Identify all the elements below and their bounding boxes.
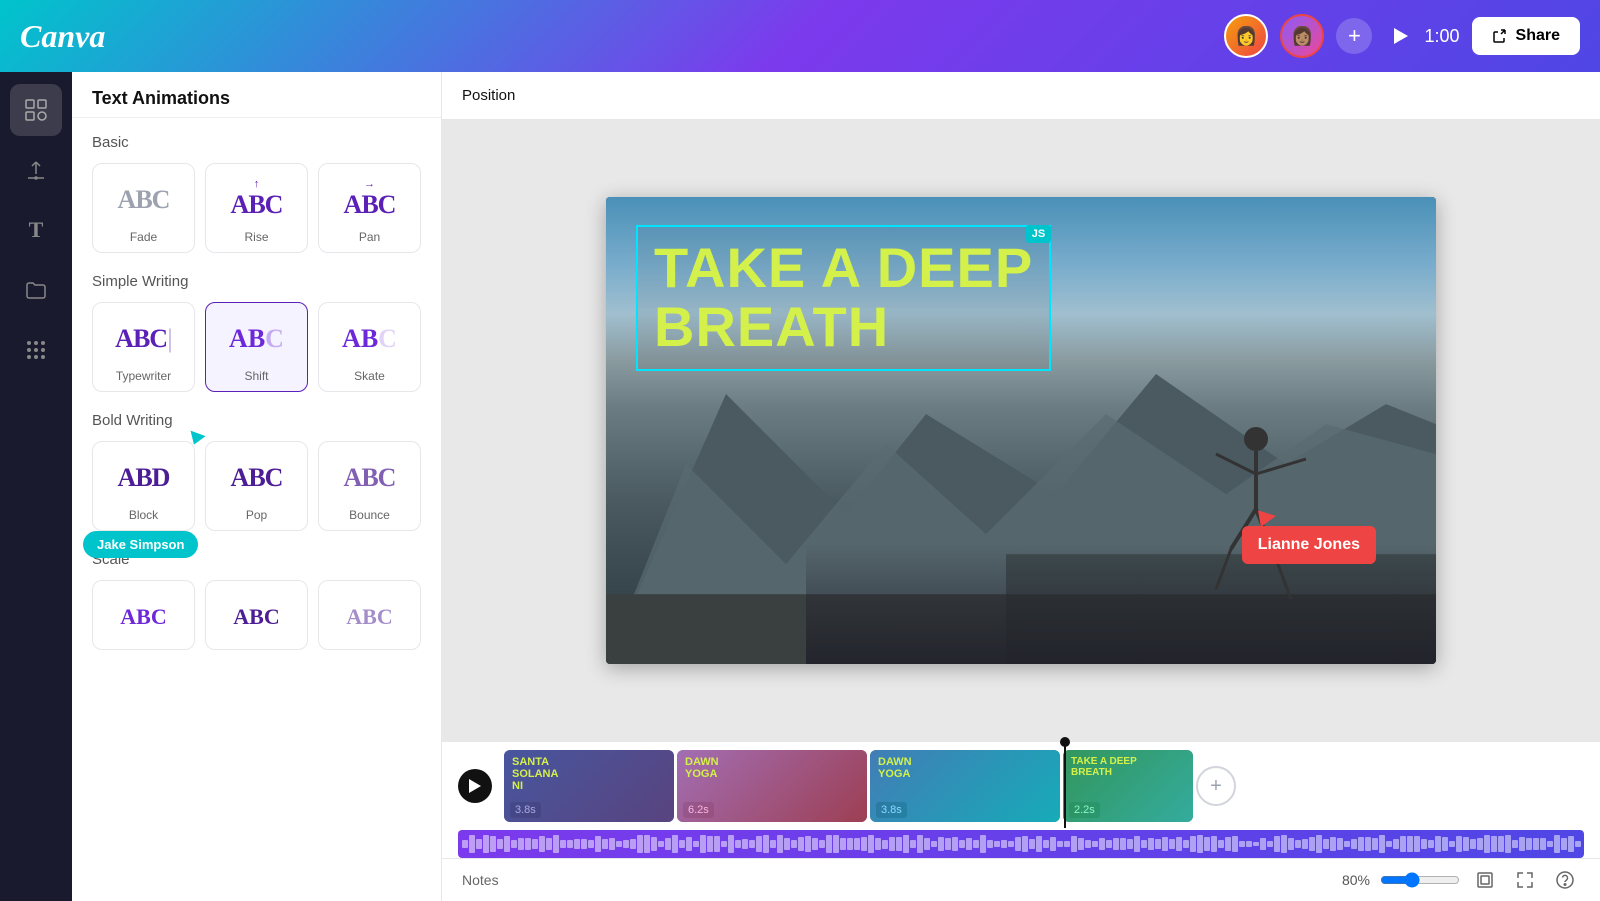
person-silhouette xyxy=(1196,419,1316,624)
bottom-bar: Notes 80% xyxy=(442,858,1600,901)
animation-scale3[interactable]: ABC xyxy=(318,580,421,650)
canvas-topbar: Position xyxy=(442,72,1600,120)
header-right: 👩 👩🏽 + 1:00 Share xyxy=(1224,14,1580,58)
main-layout: T Text Animations Basic xyxy=(0,72,1600,901)
panel-content: Basic ABC Fade ↑ ABC Rise xyxy=(72,118,441,686)
animation-pop[interactable]: ABC Pop xyxy=(205,441,308,531)
timeline-clip-4[interactable]: TAKE A DEEPBREATH 2.2s xyxy=(1063,750,1193,822)
avatar-user1[interactable]: 👩 xyxy=(1224,14,1268,58)
js-badge: JS xyxy=(1026,225,1051,243)
add-clip-button[interactable]: + xyxy=(1196,766,1236,806)
animation-block[interactable]: ABD Block Jake Simpson xyxy=(92,441,195,531)
lianne-tooltip: Lianne Jones xyxy=(1242,526,1376,564)
section-bold-writing-label: Bold Writing xyxy=(92,412,421,429)
text-animations-panel: Text Animations Basic ABC Fade ↑ ABC Ris… xyxy=(72,72,442,901)
play-timer: 1:00 xyxy=(1384,20,1459,52)
panel-title: Text Animations xyxy=(72,72,441,118)
section-basic-label: Basic xyxy=(92,134,421,151)
clips-container: SANTASOLANANI 3.8s DAWNYOGA 6.2s DAWNYOG… xyxy=(504,750,1584,822)
timeline-clip-2[interactable]: DAWNYOGA 6.2s xyxy=(677,750,867,822)
bold-writing-grid: ABD Block Jake Simpson ABC Pop ABC xyxy=(92,441,421,531)
timeline-controls: SANTASOLANANI 3.8s DAWNYOGA 6.2s DAWNYOG… xyxy=(442,742,1600,830)
timeline-clip-1[interactable]: SANTASOLANANI 3.8s xyxy=(504,750,674,822)
header: Canva 👩 👩🏽 + 1:00 Share xyxy=(0,0,1600,72)
icon-sidebar: T xyxy=(0,72,72,901)
timeline-clip-3[interactable]: DAWNYOGA 3.8s xyxy=(870,750,1060,822)
text-overlay-box[interactable]: TAKE A DEEP BREATH JS xyxy=(636,225,1051,371)
animation-pan[interactable]: → ABC Pan xyxy=(318,163,421,253)
section-simple-writing-label: Simple Writing xyxy=(92,273,421,290)
basic-animations-grid: ABC Fade ↑ ABC Rise → ABC Pan xyxy=(92,163,421,253)
timeline-play-button[interactable] xyxy=(458,769,492,803)
sidebar-icon-apps[interactable] xyxy=(10,324,62,376)
animation-typewriter[interactable]: ABC| Typewriter xyxy=(92,302,195,392)
logo: Canva xyxy=(20,18,105,55)
zoom-controls: 80% xyxy=(1342,865,1580,895)
timeline: SANTASOLANANI 3.8s DAWNYOGA 6.2s DAWNYOG… xyxy=(442,741,1600,901)
simple-writing-grid: ABC| Typewriter ABC Shift ABC Skate xyxy=(92,302,421,392)
canvas-frame: TAKE A DEEP BREATH JS xyxy=(606,197,1436,664)
zoom-slider[interactable] xyxy=(1380,872,1460,888)
playhead xyxy=(1064,742,1066,828)
add-collaborator-button[interactable]: + xyxy=(1336,18,1372,54)
notes-label: Notes xyxy=(462,872,499,888)
canvas-wrapper: TAKE A DEEP BREATH JS xyxy=(442,120,1600,741)
animation-scale2[interactable]: ABC xyxy=(205,580,308,650)
help-button[interactable] xyxy=(1550,865,1580,895)
animation-rise[interactable]: ↑ ABC Rise xyxy=(205,163,308,253)
timer-display: 1:00 xyxy=(1424,26,1459,47)
jake-tooltip: Jake Simpson xyxy=(83,531,198,558)
canvas-title: TAKE A DEEP BREATH xyxy=(654,239,1033,357)
share-button[interactable]: Share xyxy=(1472,17,1580,55)
zoom-label: 80% xyxy=(1342,872,1370,888)
position-label: Position xyxy=(462,87,515,104)
sidebar-icon-elements[interactable] xyxy=(10,84,62,136)
avatar-user2[interactable]: 👩🏽 xyxy=(1280,14,1324,58)
play-header-button[interactable] xyxy=(1384,20,1416,52)
animation-shift[interactable]: ABC Shift xyxy=(205,302,308,392)
animation-bounce[interactable]: ABC Bounce xyxy=(318,441,421,531)
canvas-area: Position xyxy=(442,72,1600,901)
sidebar-icon-folder[interactable] xyxy=(10,264,62,316)
fullscreen-button[interactable] xyxy=(1510,865,1540,895)
audio-waveform: // Generate waveform bars inline const w… xyxy=(458,830,1584,858)
animation-scale1[interactable]: ABC xyxy=(92,580,195,650)
sidebar-icon-upload[interactable] xyxy=(10,144,62,196)
sidebar-icon-text[interactable]: T xyxy=(10,204,62,256)
expand-button[interactable] xyxy=(1470,865,1500,895)
scale-grid: ABC ABC ABC xyxy=(92,580,421,650)
animation-fade[interactable]: ABC Fade xyxy=(92,163,195,253)
animation-skate[interactable]: ABC Skate xyxy=(318,302,421,392)
